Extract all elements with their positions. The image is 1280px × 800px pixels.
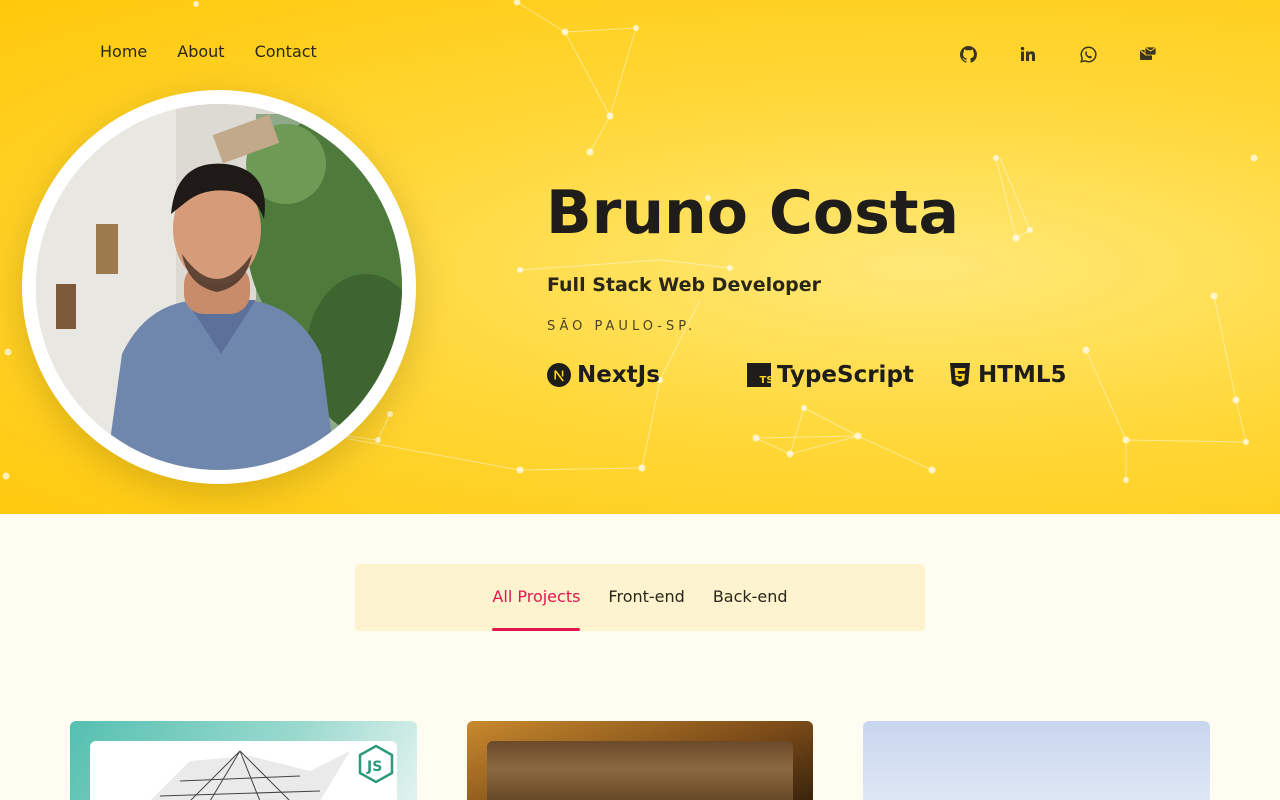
svg-text:TS: TS xyxy=(760,375,772,386)
hero-section: Home About Contact Bruno Costa Full Stac… xyxy=(0,0,1280,514)
nextjs-icon xyxy=(547,363,571,387)
skill-nextjs: NextJs xyxy=(547,362,660,388)
profile-location: SÃO PAULO-SP. xyxy=(547,319,697,334)
skill-label: HTML5 xyxy=(978,362,1067,388)
tab-front-end[interactable]: Front-end xyxy=(608,564,684,631)
skill-label: TypeScript xyxy=(777,362,914,388)
tab-back-end[interactable]: Back-end xyxy=(713,564,788,631)
github-icon[interactable] xyxy=(958,44,978,64)
html5-icon xyxy=(948,363,972,387)
project-card[interactable] xyxy=(863,721,1210,800)
profile-role: Full Stack Web Developer xyxy=(547,274,822,296)
whatsapp-icon[interactable] xyxy=(1078,44,1098,64)
social-links xyxy=(958,44,1158,64)
skill-label: NextJs xyxy=(577,362,660,388)
project-filter-tabs: All Projects Front-end Back-end xyxy=(355,564,925,631)
linkedin-icon[interactable] xyxy=(1018,44,1038,64)
profile-name: Bruno Costa xyxy=(546,178,959,248)
nav-contact-link[interactable]: Contact xyxy=(255,42,317,61)
nav-about-link[interactable]: About xyxy=(177,42,224,61)
skill-html5: HTML5 xyxy=(948,362,1067,388)
project-card[interactable] xyxy=(467,721,813,800)
project-cards: JS xyxy=(70,721,1210,800)
nav-home-link[interactable]: Home xyxy=(100,42,147,61)
project-thumbnail: JS xyxy=(90,741,397,800)
mail-icon[interactable] xyxy=(1138,44,1158,64)
skills-list: NextJs TS TypeScript HTML5 xyxy=(547,362,1107,394)
svg-text:JS: JS xyxy=(366,759,382,775)
nodejs-icon: JS xyxy=(358,744,394,784)
profile-photo-frame xyxy=(22,90,416,484)
typescript-icon: TS xyxy=(747,363,771,387)
project-card[interactable]: JS xyxy=(70,721,417,800)
profile-photo xyxy=(36,104,402,470)
skill-typescript: TS TypeScript xyxy=(747,362,914,388)
project-thumbnail xyxy=(487,741,793,800)
tab-all-projects[interactable]: All Projects xyxy=(492,564,581,631)
main-nav: Home About Contact xyxy=(100,42,317,61)
